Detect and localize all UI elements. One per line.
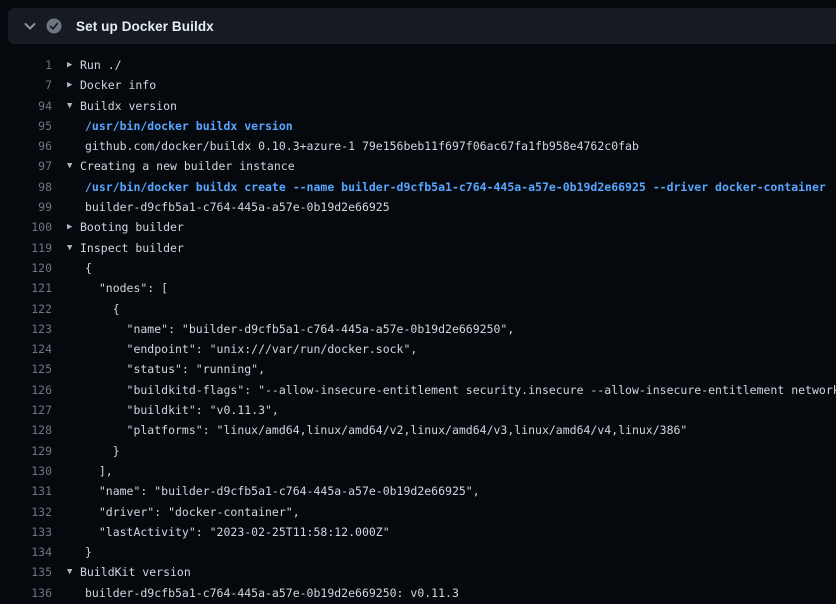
line-number[interactable]: 134 — [0, 542, 52, 562]
group-toggle-icon[interactable]: ▼ — [67, 96, 80, 116]
log-text: BuildKit version — [80, 562, 191, 582]
line-number[interactable]: 127 — [0, 400, 52, 420]
log-line: 123 "name": "builder-d9cfb5a1-c764-445a-… — [0, 319, 836, 339]
step-title: Set up Docker Buildx — [76, 19, 214, 34]
log-line: 130 ], — [0, 461, 836, 481]
log-line: 127 "buildkit": "v0.11.3", — [0, 400, 836, 420]
log-text: "name": "builder-d9cfb5a1-c764-445a-a57e… — [85, 319, 514, 339]
log-line: 124 "endpoint": "unix:///var/run/docker.… — [0, 339, 836, 359]
log-line: 134 } — [0, 542, 836, 562]
log-text: Inspect builder — [80, 238, 184, 258]
log-line: 96 github.com/docker/buildx 0.10.3+azure… — [0, 136, 836, 156]
group-toggle-icon[interactable]: ▼ — [67, 562, 80, 582]
line-number[interactable]: 133 — [0, 522, 52, 542]
log-text: "buildkit": "v0.11.3", — [85, 400, 279, 420]
log-text: /usr/bin/docker buildx version — [85, 116, 293, 136]
log-text: Run ./ — [80, 55, 122, 75]
line-number[interactable]: 126 — [0, 380, 52, 400]
line-number[interactable]: 100 — [0, 217, 52, 237]
log-line: 128 "platforms": "linux/amd64,linux/amd6… — [0, 420, 836, 440]
log-text: "driver": "docker-container", — [85, 502, 300, 522]
log-line: 119 ▼ Inspect builder — [0, 238, 836, 258]
log-text: /usr/bin/docker buildx create --name bui… — [85, 177, 826, 197]
group-toggle-icon[interactable]: ▼ — [67, 156, 80, 176]
step-header[interactable]: Set up Docker Buildx — [8, 8, 836, 44]
log-text: ], — [85, 461, 113, 481]
line-number[interactable]: 121 — [0, 278, 52, 298]
log-line: 99 builder-d9cfb5a1-c764-445a-a57e-0b19d… — [0, 197, 836, 217]
log-line: 1 ▶ Run ./ — [0, 55, 836, 75]
group-toggle-icon[interactable]: ▶ — [67, 55, 80, 75]
line-number[interactable]: 123 — [0, 319, 52, 339]
log-line: 121 "nodes": [ — [0, 278, 836, 298]
line-number[interactable]: 125 — [0, 359, 52, 379]
line-number[interactable]: 131 — [0, 481, 52, 501]
log-container: 1 ▶ Run ./ 7 ▶ Docker info 94 ▼ Buildx v… — [0, 55, 836, 603]
log-line: 135 ▼ BuildKit version — [0, 562, 836, 582]
group-toggle-icon[interactable]: ▼ — [67, 238, 80, 258]
log-text: Creating a new builder instance — [80, 156, 295, 176]
log-text: { — [85, 299, 120, 319]
log-line: 136 builder-d9cfb5a1-c764-445a-a57e-0b19… — [0, 583, 836, 603]
log-text: } — [85, 441, 120, 461]
line-number[interactable]: 119 — [0, 238, 52, 258]
log-line: 126 "buildkitd-flags": "--allow-insecure… — [0, 380, 836, 400]
line-number[interactable]: 99 — [0, 197, 52, 217]
log-text: Docker info — [80, 75, 156, 95]
line-number[interactable]: 98 — [0, 177, 52, 197]
log-line: 95 /usr/bin/docker buildx version — [0, 116, 836, 136]
log-text: } — [85, 542, 92, 562]
log-line: 100 ▶ Booting builder — [0, 217, 836, 237]
log-line: 122 { — [0, 299, 836, 319]
log-text: Buildx version — [80, 96, 177, 116]
log-text: builder-d9cfb5a1-c764-445a-a57e-0b19d2e6… — [85, 583, 459, 603]
log-line: 131 "name": "builder-d9cfb5a1-c764-445a-… — [0, 481, 836, 501]
line-number[interactable]: 95 — [0, 116, 52, 136]
check-circle-icon — [46, 18, 62, 34]
log-line: 7 ▶ Docker info — [0, 75, 836, 95]
log-line: 98 /usr/bin/docker buildx create --name … — [0, 177, 836, 197]
log-text: "status": "running", — [85, 359, 265, 379]
line-number[interactable]: 129 — [0, 441, 52, 461]
log-text: "buildkitd-flags": "--allow-insecure-ent… — [85, 380, 836, 400]
group-toggle-icon[interactable]: ▶ — [67, 75, 80, 95]
line-number[interactable]: 122 — [0, 299, 52, 319]
log-text: "platforms": "linux/amd64,linux/amd64/v2… — [85, 420, 687, 440]
line-number[interactable]: 1 — [0, 55, 52, 75]
line-number[interactable]: 120 — [0, 258, 52, 278]
log-line: 125 "status": "running", — [0, 359, 836, 379]
log-line: 97 ▼ Creating a new builder instance — [0, 156, 836, 176]
log-text: github.com/docker/buildx 0.10.3+azure-1 … — [85, 136, 639, 156]
line-number[interactable]: 130 — [0, 461, 52, 481]
log-text: { — [85, 258, 92, 278]
line-number[interactable]: 128 — [0, 420, 52, 440]
line-number[interactable]: 7 — [0, 75, 52, 95]
log-viewer: Set up Docker Buildx 1 ▶ Run ./ 7 ▶ Dock… — [0, 0, 836, 604]
log-line: 94 ▼ Buildx version — [0, 96, 836, 116]
line-number[interactable]: 132 — [0, 502, 52, 522]
log-text: "nodes": [ — [85, 278, 168, 298]
line-number[interactable]: 97 — [0, 156, 52, 176]
group-toggle-icon[interactable]: ▶ — [67, 217, 80, 237]
line-number[interactable]: 96 — [0, 136, 52, 156]
line-number[interactable]: 94 — [0, 96, 52, 116]
chevron-down-icon[interactable] — [22, 18, 38, 34]
line-number[interactable]: 136 — [0, 583, 52, 603]
log-line: 132 "driver": "docker-container", — [0, 502, 836, 522]
line-number[interactable]: 124 — [0, 339, 52, 359]
log-line: 120 { — [0, 258, 836, 278]
log-text: "endpoint": "unix:///var/run/docker.sock… — [85, 339, 417, 359]
log-text: "name": "builder-d9cfb5a1-c764-445a-a57e… — [85, 481, 480, 501]
log-text: Booting builder — [80, 217, 184, 237]
log-text: builder-d9cfb5a1-c764-445a-a57e-0b19d2e6… — [85, 197, 390, 217]
log-text: "lastActivity": "2023-02-25T11:58:12.000… — [85, 522, 390, 542]
log-line: 129 } — [0, 441, 836, 461]
line-number[interactable]: 135 — [0, 562, 52, 582]
log-line: 133 "lastActivity": "2023-02-25T11:58:12… — [0, 522, 836, 542]
